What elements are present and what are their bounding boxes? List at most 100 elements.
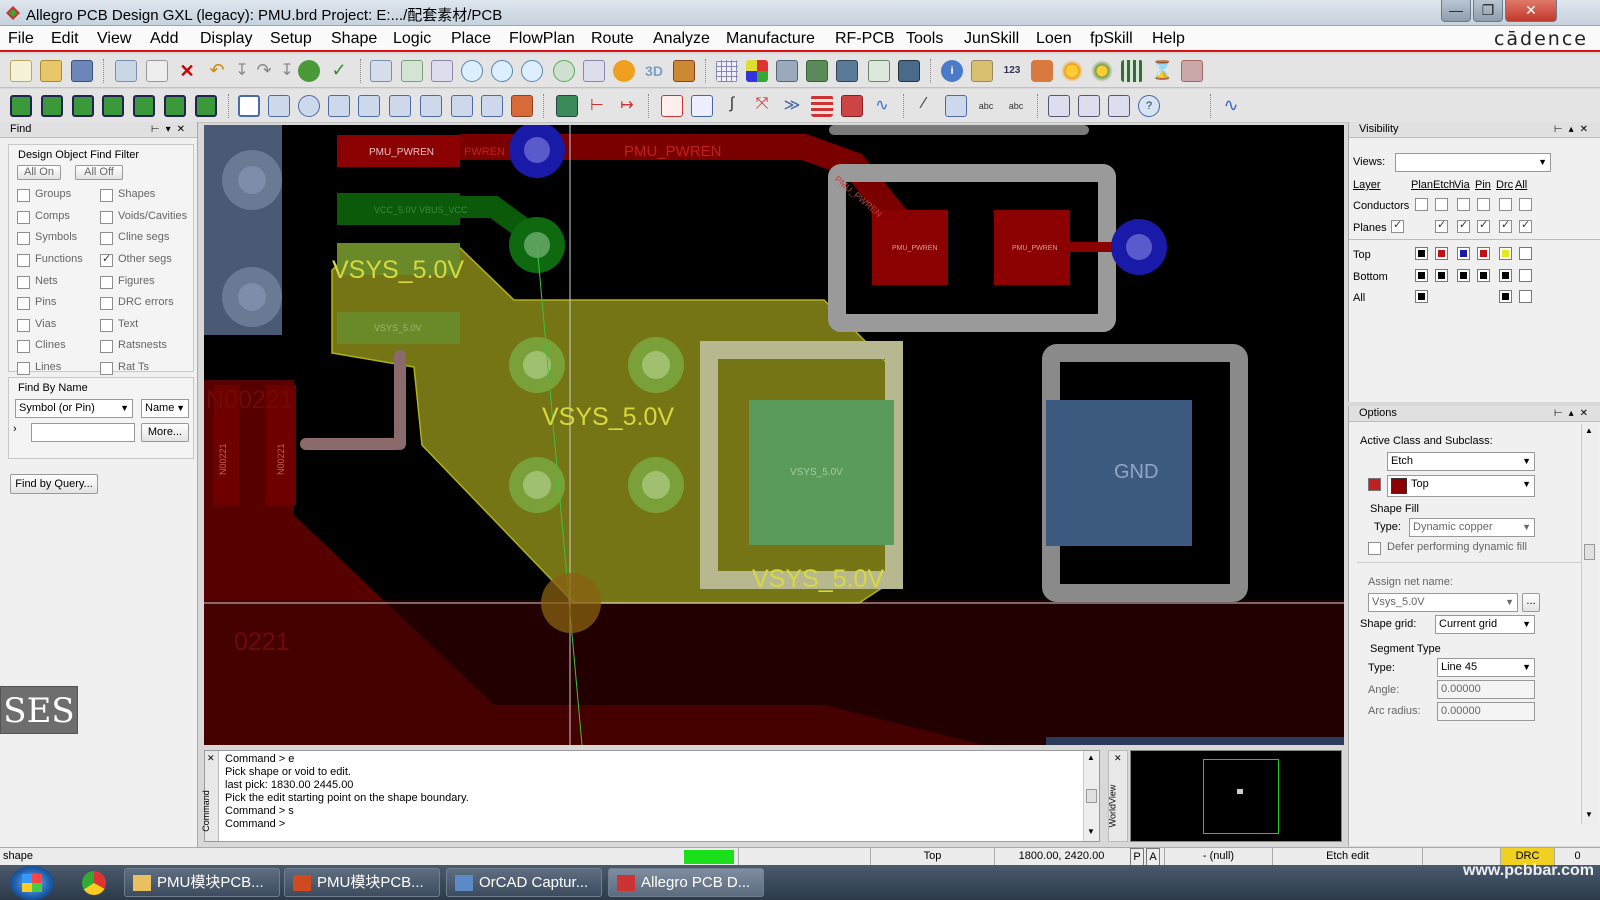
constraint-icon[interactable] <box>836 60 858 82</box>
scroll-down-icon[interactable]: ▼ <box>1585 810 1593 819</box>
vis-checkbox[interactable] <box>1519 198 1532 211</box>
subclass-combo[interactable]: Top ▼ <box>1387 475 1535 497</box>
vis-color-swatch[interactable] <box>1415 269 1428 282</box>
menu-manufacture[interactable]: Manufacture <box>726 30 815 48</box>
chip-icon[interactable] <box>898 60 920 82</box>
ratsnest-icon[interactable] <box>298 60 320 82</box>
vis-color-swatch[interactable] <box>1477 269 1490 282</box>
maximize-button[interactable]: ❐ <box>1473 0 1503 22</box>
hourglass-icon[interactable]: ⌛ <box>1151 60 1173 82</box>
find-checkbox-functions[interactable] <box>17 254 30 267</box>
scroll-down-icon[interactable]: ▼ <box>1087 827 1095 836</box>
status-p-button[interactable]: P <box>1130 848 1144 866</box>
worldview-window[interactable] <box>1130 750 1342 842</box>
delay-tune-icon[interactable]: ∫ <box>721 95 743 117</box>
panel-controls[interactable]: ⊢▾✕ <box>151 122 191 137</box>
menu-logic[interactable]: Logic <box>393 30 431 48</box>
vis-checkbox[interactable] <box>1499 198 1512 211</box>
pin-icon[interactable]: ✓ <box>328 60 350 82</box>
menu-setup[interactable]: Setup <box>270 30 312 48</box>
taskbar-item-allegro[interactable]: Allegro PCB D... <box>608 868 764 897</box>
menu-rf-pcb[interactable]: RF-PCB <box>835 30 895 48</box>
grid-zoom-icon[interactable] <box>370 60 392 82</box>
zoom-in-2-icon[interactable] <box>491 60 513 82</box>
vis-checkbox[interactable] <box>1435 198 1448 211</box>
taskbar-item-powerpoint[interactable]: PMU模块PCB... <box>284 868 440 897</box>
sun-icon[interactable] <box>1061 60 1083 82</box>
3d-view-icon[interactable]: 3D <box>643 60 665 82</box>
dimension-2-icon[interactable]: ↦ <box>616 95 638 117</box>
zoom-out-icon[interactable] <box>521 60 543 82</box>
vis-color-swatch[interactable] <box>1519 290 1532 303</box>
options-scrollbar[interactable]: ▲ ▼ <box>1581 424 1597 824</box>
vis-color-swatch[interactable] <box>1415 290 1428 303</box>
layer-7-icon[interactable] <box>195 95 217 117</box>
line-draw-icon[interactable]: ∕ <box>913 95 935 117</box>
package-icon[interactable] <box>556 95 578 117</box>
spreadsheet-icon[interactable] <box>868 60 890 82</box>
text-edit-icon[interactable]: abc <box>1005 95 1027 117</box>
zoom-grid-icon[interactable] <box>401 60 423 82</box>
net-browse-button[interactable]: ... <box>1522 593 1540 612</box>
manual-void-icon[interactable] <box>358 95 380 117</box>
find-checkbox-clines[interactable] <box>17 340 30 353</box>
net-name-combo[interactable]: Vsys_5.0V ▼ <box>1368 593 1518 612</box>
shape-params-icon[interactable] <box>511 95 533 117</box>
vis-color-swatch[interactable] <box>1519 269 1532 282</box>
find-checkbox-rat-ts[interactable] <box>100 362 113 375</box>
find-type-combo[interactable]: Symbol (or Pin) ▼ <box>15 399 133 418</box>
scroll-up-icon[interactable]: ▲ <box>1585 426 1593 435</box>
delete-icon[interactable]: ✕ <box>176 60 198 82</box>
counter-123-icon[interactable]: 123 <box>1001 60 1023 82</box>
find-checkbox-shapes[interactable] <box>100 189 113 202</box>
add-rect-icon[interactable] <box>268 95 290 117</box>
color-icon[interactable] <box>746 60 768 82</box>
scroll-thumb[interactable] <box>1086 789 1097 803</box>
pcb-drawing[interactable]: PMU_PWREN PWREN PMU_PWREN VCC_5.0V VBUS_… <box>204 125 1344 745</box>
vis-checkbox[interactable] <box>1391 218 1404 233</box>
merge-shape-icon[interactable] <box>481 95 503 117</box>
find-checkbox-lines[interactable] <box>17 362 30 375</box>
vis-checkbox[interactable] <box>1435 218 1448 233</box>
add-line-icon[interactable] <box>238 95 260 117</box>
window-icon[interactable] <box>1048 95 1070 117</box>
layer-4-icon[interactable] <box>102 95 124 117</box>
menu-flowplan[interactable]: FlowPlan <box>509 30 575 48</box>
vis-col-via[interactable]: Via <box>1454 179 1470 191</box>
refresh-icon[interactable] <box>613 60 635 82</box>
vis-color-swatch[interactable] <box>1477 247 1490 260</box>
measure-icon[interactable] <box>971 60 993 82</box>
zoom-world-icon[interactable] <box>583 60 605 82</box>
vis-checkbox[interactable] <box>1457 218 1470 233</box>
zoom-fit-icon[interactable] <box>431 60 453 82</box>
layers-icon[interactable] <box>776 60 798 82</box>
status-a-button[interactable]: A <box>1146 848 1160 866</box>
scroll-up-icon[interactable]: ▲ <box>1087 753 1095 762</box>
find-by-query-button[interactable]: Find by Query... <box>10 474 98 494</box>
route-icon[interactable] <box>661 95 683 117</box>
class-combo[interactable]: Etch ▼ <box>1387 452 1535 471</box>
command-window[interactable]: ✕ Command Command > e Pick shape or void… <box>201 750 1100 842</box>
vis-checkbox[interactable] <box>1477 218 1490 233</box>
find-checkbox-other-segs[interactable] <box>100 252 113 267</box>
stack-icon[interactable] <box>811 95 833 117</box>
zoom-in-icon[interactable] <box>461 60 483 82</box>
down-arrow-2-icon[interactable]: ↧ <box>276 60 298 82</box>
taskbar-item-orcad[interactable]: OrCAD Captur... <box>446 868 602 897</box>
find-checkbox-ratsnests[interactable] <box>100 340 113 353</box>
vis-color-swatch[interactable] <box>1499 290 1512 303</box>
redo-icon[interactable]: ↷ <box>253 60 275 82</box>
zoom-prev-icon[interactable] <box>553 60 575 82</box>
menu-view[interactable]: View <box>97 30 131 48</box>
down-arrow-icon[interactable]: ↧ <box>231 60 253 82</box>
menu-fpskill[interactable]: fpSkill <box>1090 30 1133 48</box>
fill-type-combo[interactable]: Dynamic copper ▼ <box>1409 518 1535 537</box>
rect-draw-icon[interactable] <box>945 95 967 117</box>
layer-1-icon[interactable] <box>10 95 32 117</box>
close-button[interactable]: ✕ <box>1505 0 1557 22</box>
scroll-thumb[interactable] <box>1584 544 1595 560</box>
text-add-icon[interactable]: abc <box>975 95 997 117</box>
menu-help[interactable]: Help <box>1152 30 1185 48</box>
help-icon[interactable]: ? <box>1138 95 1160 117</box>
arc-radius-input[interactable]: 0.00000 <box>1437 702 1535 721</box>
